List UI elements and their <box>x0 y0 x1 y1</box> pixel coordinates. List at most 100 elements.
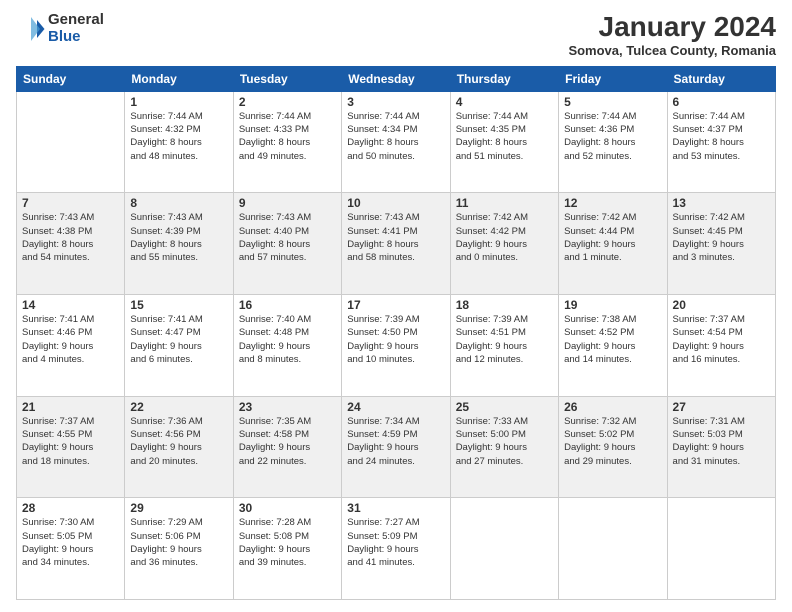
day-cell: 4Sunrise: 7:44 AMSunset: 4:35 PMDaylight… <box>450 91 558 193</box>
logo-blue: Blue <box>48 29 104 46</box>
day-cell: 19Sunrise: 7:38 AMSunset: 4:52 PMDayligh… <box>559 295 667 397</box>
day-info: Sunrise: 7:43 AMSunset: 4:41 PMDaylight:… <box>347 211 444 264</box>
day-cell: 28Sunrise: 7:30 AMSunset: 5:05 PMDayligh… <box>17 498 125 600</box>
day-info: Sunrise: 7:29 AMSunset: 5:06 PMDaylight:… <box>130 516 227 569</box>
day-number: 21 <box>22 400 119 414</box>
day-number: 5 <box>564 95 661 109</box>
col-wednesday: Wednesday <box>342 66 450 91</box>
day-cell: 11Sunrise: 7:42 AMSunset: 4:42 PMDayligh… <box>450 193 558 295</box>
day-cell: 15Sunrise: 7:41 AMSunset: 4:47 PMDayligh… <box>125 295 233 397</box>
day-info: Sunrise: 7:44 AMSunset: 4:33 PMDaylight:… <box>239 110 336 163</box>
day-info: Sunrise: 7:44 AMSunset: 4:32 PMDaylight:… <box>130 110 227 163</box>
day-info: Sunrise: 7:32 AMSunset: 5:02 PMDaylight:… <box>564 415 661 468</box>
day-number: 3 <box>347 95 444 109</box>
day-number: 16 <box>239 298 336 312</box>
day-cell: 20Sunrise: 7:37 AMSunset: 4:54 PMDayligh… <box>667 295 775 397</box>
col-thursday: Thursday <box>450 66 558 91</box>
day-cell: 7Sunrise: 7:43 AMSunset: 4:38 PMDaylight… <box>17 193 125 295</box>
day-number: 18 <box>456 298 553 312</box>
day-cell: 1Sunrise: 7:44 AMSunset: 4:32 PMDaylight… <box>125 91 233 193</box>
header-right: January 2024 Somova, Tulcea County, Roma… <box>568 12 776 58</box>
day-cell <box>450 498 558 600</box>
day-info: Sunrise: 7:37 AMSunset: 4:55 PMDaylight:… <box>22 415 119 468</box>
day-cell: 24Sunrise: 7:34 AMSunset: 4:59 PMDayligh… <box>342 396 450 498</box>
day-info: Sunrise: 7:42 AMSunset: 4:45 PMDaylight:… <box>673 211 770 264</box>
week-row-5: 28Sunrise: 7:30 AMSunset: 5:05 PMDayligh… <box>17 498 776 600</box>
day-info: Sunrise: 7:43 AMSunset: 4:38 PMDaylight:… <box>22 211 119 264</box>
day-number: 1 <box>130 95 227 109</box>
day-cell: 17Sunrise: 7:39 AMSunset: 4:50 PMDayligh… <box>342 295 450 397</box>
day-info: Sunrise: 7:33 AMSunset: 5:00 PMDaylight:… <box>456 415 553 468</box>
day-info: Sunrise: 7:44 AMSunset: 4:37 PMDaylight:… <box>673 110 770 163</box>
day-info: Sunrise: 7:39 AMSunset: 4:50 PMDaylight:… <box>347 313 444 366</box>
day-number: 7 <box>22 196 119 210</box>
day-cell <box>559 498 667 600</box>
day-number: 4 <box>456 95 553 109</box>
col-sunday: Sunday <box>17 66 125 91</box>
day-number: 20 <box>673 298 770 312</box>
day-cell: 10Sunrise: 7:43 AMSunset: 4:41 PMDayligh… <box>342 193 450 295</box>
day-number: 27 <box>673 400 770 414</box>
day-info: Sunrise: 7:41 AMSunset: 4:47 PMDaylight:… <box>130 313 227 366</box>
day-info: Sunrise: 7:34 AMSunset: 4:59 PMDaylight:… <box>347 415 444 468</box>
day-info: Sunrise: 7:39 AMSunset: 4:51 PMDaylight:… <box>456 313 553 366</box>
week-row-2: 7Sunrise: 7:43 AMSunset: 4:38 PMDaylight… <box>17 193 776 295</box>
day-info: Sunrise: 7:44 AMSunset: 4:34 PMDaylight:… <box>347 110 444 163</box>
day-number: 28 <box>22 501 119 515</box>
week-row-1: 1Sunrise: 7:44 AMSunset: 4:32 PMDaylight… <box>17 91 776 193</box>
day-cell: 26Sunrise: 7:32 AMSunset: 5:02 PMDayligh… <box>559 396 667 498</box>
day-number: 10 <box>347 196 444 210</box>
header-row: Sunday Monday Tuesday Wednesday Thursday… <box>17 66 776 91</box>
day-cell: 18Sunrise: 7:39 AMSunset: 4:51 PMDayligh… <box>450 295 558 397</box>
day-cell: 30Sunrise: 7:28 AMSunset: 5:08 PMDayligh… <box>233 498 341 600</box>
day-cell: 13Sunrise: 7:42 AMSunset: 4:45 PMDayligh… <box>667 193 775 295</box>
day-info: Sunrise: 7:40 AMSunset: 4:48 PMDaylight:… <box>239 313 336 366</box>
day-info: Sunrise: 7:31 AMSunset: 5:03 PMDaylight:… <box>673 415 770 468</box>
day-number: 26 <box>564 400 661 414</box>
month-year: January 2024 <box>568 12 776 43</box>
day-cell: 27Sunrise: 7:31 AMSunset: 5:03 PMDayligh… <box>667 396 775 498</box>
day-info: Sunrise: 7:38 AMSunset: 4:52 PMDaylight:… <box>564 313 661 366</box>
calendar: Sunday Monday Tuesday Wednesday Thursday… <box>16 66 776 600</box>
day-info: Sunrise: 7:42 AMSunset: 4:42 PMDaylight:… <box>456 211 553 264</box>
col-friday: Friday <box>559 66 667 91</box>
col-saturday: Saturday <box>667 66 775 91</box>
day-info: Sunrise: 7:28 AMSunset: 5:08 PMDaylight:… <box>239 516 336 569</box>
day-number: 15 <box>130 298 227 312</box>
day-info: Sunrise: 7:30 AMSunset: 5:05 PMDaylight:… <box>22 516 119 569</box>
day-cell <box>17 91 125 193</box>
day-cell: 12Sunrise: 7:42 AMSunset: 4:44 PMDayligh… <box>559 193 667 295</box>
page: General Blue January 2024 Somova, Tulcea… <box>0 0 792 612</box>
day-cell: 6Sunrise: 7:44 AMSunset: 4:37 PMDaylight… <box>667 91 775 193</box>
day-cell: 9Sunrise: 7:43 AMSunset: 4:40 PMDaylight… <box>233 193 341 295</box>
day-number: 30 <box>239 501 336 515</box>
day-info: Sunrise: 7:44 AMSunset: 4:35 PMDaylight:… <box>456 110 553 163</box>
day-cell: 25Sunrise: 7:33 AMSunset: 5:00 PMDayligh… <box>450 396 558 498</box>
day-cell: 22Sunrise: 7:36 AMSunset: 4:56 PMDayligh… <box>125 396 233 498</box>
day-cell: 14Sunrise: 7:41 AMSunset: 4:46 PMDayligh… <box>17 295 125 397</box>
week-row-3: 14Sunrise: 7:41 AMSunset: 4:46 PMDayligh… <box>17 295 776 397</box>
day-number: 24 <box>347 400 444 414</box>
day-cell: 16Sunrise: 7:40 AMSunset: 4:48 PMDayligh… <box>233 295 341 397</box>
week-row-4: 21Sunrise: 7:37 AMSunset: 4:55 PMDayligh… <box>17 396 776 498</box>
day-number: 9 <box>239 196 336 210</box>
day-info: Sunrise: 7:43 AMSunset: 4:39 PMDaylight:… <box>130 211 227 264</box>
day-cell: 8Sunrise: 7:43 AMSunset: 4:39 PMDaylight… <box>125 193 233 295</box>
location: Somova, Tulcea County, Romania <box>568 43 776 58</box>
day-cell <box>667 498 775 600</box>
day-cell: 23Sunrise: 7:35 AMSunset: 4:58 PMDayligh… <box>233 396 341 498</box>
day-number: 6 <box>673 95 770 109</box>
day-number: 23 <box>239 400 336 414</box>
day-number: 17 <box>347 298 444 312</box>
day-cell: 31Sunrise: 7:27 AMSunset: 5:09 PMDayligh… <box>342 498 450 600</box>
header: General Blue January 2024 Somova, Tulcea… <box>16 12 776 58</box>
day-cell: 3Sunrise: 7:44 AMSunset: 4:34 PMDaylight… <box>342 91 450 193</box>
day-info: Sunrise: 7:41 AMSunset: 4:46 PMDaylight:… <box>22 313 119 366</box>
day-number: 13 <box>673 196 770 210</box>
logo-general: General <box>48 12 104 29</box>
day-info: Sunrise: 7:35 AMSunset: 4:58 PMDaylight:… <box>239 415 336 468</box>
day-info: Sunrise: 7:37 AMSunset: 4:54 PMDaylight:… <box>673 313 770 366</box>
day-number: 8 <box>130 196 227 210</box>
day-number: 2 <box>239 95 336 109</box>
day-cell: 29Sunrise: 7:29 AMSunset: 5:06 PMDayligh… <box>125 498 233 600</box>
